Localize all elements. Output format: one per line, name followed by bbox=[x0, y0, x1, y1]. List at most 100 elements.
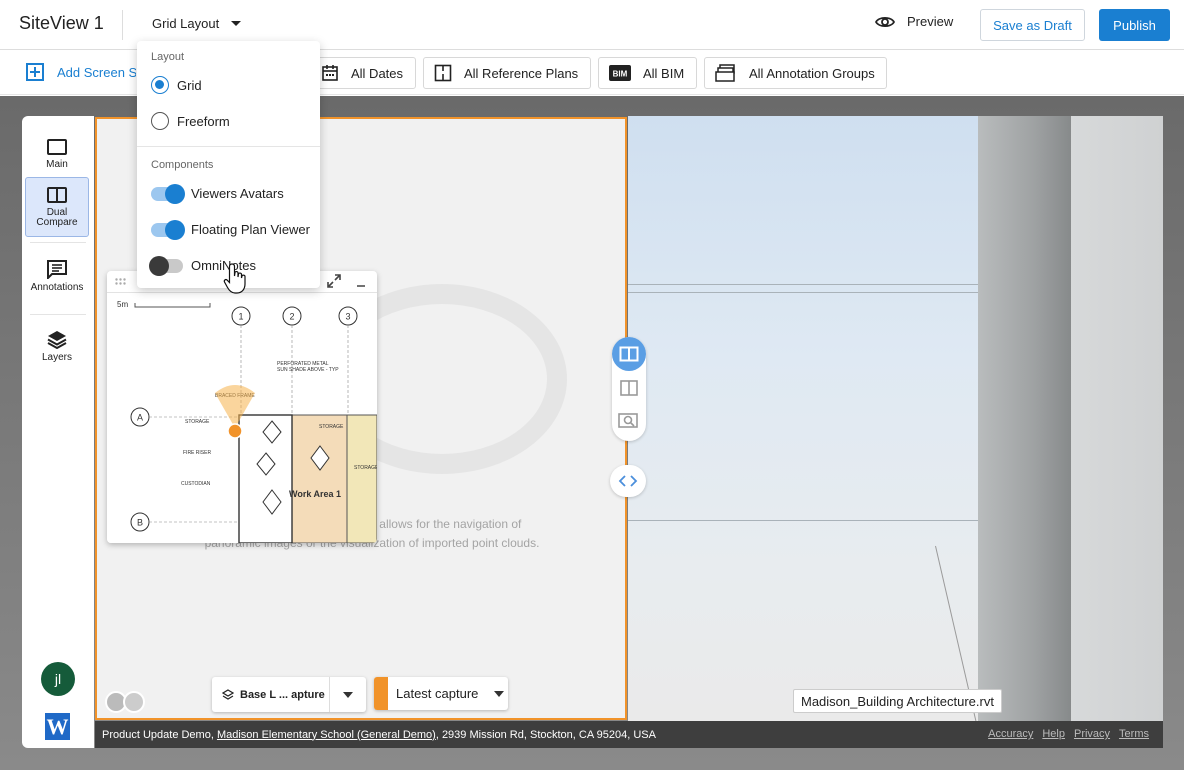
brand-logo: W bbox=[45, 713, 70, 740]
drag-handle-icon[interactable] bbox=[115, 278, 127, 286]
bim-edge bbox=[628, 520, 978, 521]
bim-edge bbox=[628, 284, 978, 285]
layout-dropdown-button[interactable]: Grid Layout bbox=[152, 16, 242, 31]
svg-text:STORAGE: STORAGE bbox=[319, 424, 344, 430]
sidebar-item-label: Annotations bbox=[30, 282, 84, 293]
chevron-down-icon bbox=[343, 691, 353, 698]
layout-menu: Layout Grid Freeform Components Viewers … bbox=[137, 41, 320, 288]
layout-option-label: Grid bbox=[177, 77, 202, 93]
grid-row-label: B bbox=[137, 518, 143, 528]
right-viewer-pane[interactable] bbox=[628, 116, 1163, 721]
annotation-groups-label: All Annotation Groups bbox=[749, 65, 875, 81]
viewer-avatars bbox=[105, 691, 145, 713]
bim-model-label: Madison_Building Architecture.rvt bbox=[793, 689, 1002, 713]
single-screen-icon bbox=[47, 139, 67, 155]
overlay-view-icon bbox=[620, 380, 638, 396]
overlay-button[interactable] bbox=[620, 380, 638, 401]
split-view-icon bbox=[619, 346, 639, 362]
project-link[interactable]: Madison Elementary School (General Demo) bbox=[217, 729, 436, 741]
toggle-off-icon[interactable] bbox=[149, 255, 183, 276]
svg-text:SUN SHADE ABOVE - TYP: SUN SHADE ABOVE - TYP bbox=[277, 367, 339, 373]
sidebar-item-annotations[interactable]: Annotations bbox=[25, 246, 89, 306]
radio-selected-icon bbox=[151, 76, 169, 94]
toggle-floating-plan-viewer[interactable]: Floating Plan Viewer bbox=[151, 219, 310, 240]
toggle-on-icon[interactable] bbox=[151, 219, 185, 240]
layout-dropdown-label: Grid Layout bbox=[152, 16, 220, 31]
capture-label: Latest capture bbox=[396, 686, 479, 701]
reference-plans-filter[interactable]: All Reference Plans bbox=[423, 57, 591, 89]
all-dates-filter[interactable]: All Dates bbox=[310, 57, 416, 89]
project-name: Product Update Demo, bbox=[102, 728, 214, 741]
floor-plan-icon bbox=[434, 64, 452, 82]
divider bbox=[122, 10, 123, 40]
sidebar-item-label: Compare bbox=[36, 217, 78, 228]
radio-unselected-icon bbox=[151, 112, 169, 130]
divider bbox=[137, 146, 320, 147]
bim-icon: BIM bbox=[609, 65, 631, 81]
components-heading: Components bbox=[151, 159, 214, 171]
chevron-down-icon bbox=[231, 21, 242, 26]
svg-text:STORAGE: STORAGE bbox=[185, 419, 210, 425]
terms-link[interactable]: Terms bbox=[1119, 728, 1149, 740]
project-footer: Product Update Demo, Madison Elementary … bbox=[95, 721, 1163, 748]
bim-label: All BIM bbox=[643, 65, 685, 81]
scale-label: 5m bbox=[117, 300, 128, 309]
bim-filter[interactable]: BIM All BIM bbox=[598, 57, 697, 89]
sidebar-item-label: Layers bbox=[41, 352, 72, 363]
base-layer-select[interactable]: Base L ... apture bbox=[212, 677, 366, 712]
layout-option-freeform[interactable]: Freeform bbox=[151, 112, 230, 130]
publish-button[interactable]: Publish bbox=[1099, 9, 1170, 41]
split-screen-icon bbox=[47, 187, 67, 203]
hand-pointer-icon bbox=[223, 263, 246, 294]
grid-row-label: A bbox=[137, 413, 143, 423]
search-compare-button[interactable] bbox=[618, 413, 640, 434]
privacy-link[interactable]: Privacy bbox=[1074, 728, 1110, 740]
capture-location-marker bbox=[227, 423, 243, 439]
grid-col-label: 3 bbox=[345, 312, 350, 322]
toggle-on-icon[interactable] bbox=[151, 183, 185, 204]
project-address: , 2939 Mission Rd, Stockton, CA 95204, U… bbox=[435, 728, 656, 741]
code-arrows-icon bbox=[618, 475, 638, 487]
side-by-side-button[interactable] bbox=[612, 337, 646, 371]
layers-icon bbox=[222, 688, 234, 700]
add-screen-button[interactable]: Add Screen Sp bbox=[26, 63, 136, 81]
help-link[interactable]: Help bbox=[1042, 728, 1065, 740]
add-box-icon bbox=[26, 63, 44, 81]
bim-edge bbox=[628, 292, 978, 293]
sidebar-item-layers[interactable]: Layers bbox=[25, 316, 89, 376]
expand-icon[interactable] bbox=[327, 274, 341, 288]
minimize-icon[interactable] bbox=[356, 279, 366, 289]
toggle-viewers-avatars[interactable]: Viewers Avatars bbox=[151, 183, 284, 204]
capture-select[interactable]: Latest capture bbox=[374, 677, 508, 710]
base-layer-label: Base L ... apture bbox=[240, 688, 325, 701]
calendar-icon bbox=[321, 64, 339, 82]
floor-plan-drawing: 5m 1 2 3 A B PERFORATED METALSUN SHADE A… bbox=[107, 293, 377, 543]
layers-icon bbox=[47, 331, 67, 349]
sidebar-item-dual-compare[interactable]: Dual Compare bbox=[25, 177, 89, 237]
preview-button[interactable]: Preview bbox=[875, 14, 953, 29]
pane-navigation-button[interactable] bbox=[610, 465, 646, 497]
layout-heading: Layout bbox=[151, 51, 185, 63]
svg-text:BIM: BIM bbox=[613, 70, 628, 79]
sidebar-item-label: Main bbox=[46, 159, 68, 170]
floating-plan-viewer[interactable]: 5m 1 2 3 A B PERFORATED METAL SUN SHADE A… bbox=[107, 271, 377, 543]
avatar[interactable]: jl bbox=[41, 662, 75, 696]
app-title: SiteView 1 bbox=[19, 13, 104, 33]
save-draft-button[interactable]: Save as Draft bbox=[980, 9, 1085, 41]
annotation-groups-filter[interactable]: All Annotation Groups bbox=[704, 57, 887, 89]
chevron-down-icon bbox=[494, 690, 505, 697]
view-mode-sidebar: Main Dual Compare Annotations Layers bbox=[22, 116, 94, 748]
toggle-label: Viewers Avatars bbox=[191, 186, 284, 201]
stacked-folders-icon bbox=[715, 64, 737, 82]
layout-option-label: Freeform bbox=[177, 113, 230, 129]
preview-label: Preview bbox=[907, 14, 954, 29]
grid-col-label: 2 bbox=[289, 312, 294, 322]
accuracy-link[interactable]: Accuracy bbox=[988, 728, 1033, 740]
sidebar-item-main[interactable]: Main bbox=[25, 124, 89, 184]
layout-option-grid[interactable]: Grid bbox=[151, 76, 202, 94]
svg-text:CUSTODIAN: CUSTODIAN bbox=[181, 481, 211, 487]
svg-text:STORAGE: STORAGE bbox=[354, 465, 377, 471]
image-search-icon bbox=[618, 413, 638, 428]
divider bbox=[30, 314, 86, 315]
viewer-avatar-icon bbox=[123, 691, 145, 713]
